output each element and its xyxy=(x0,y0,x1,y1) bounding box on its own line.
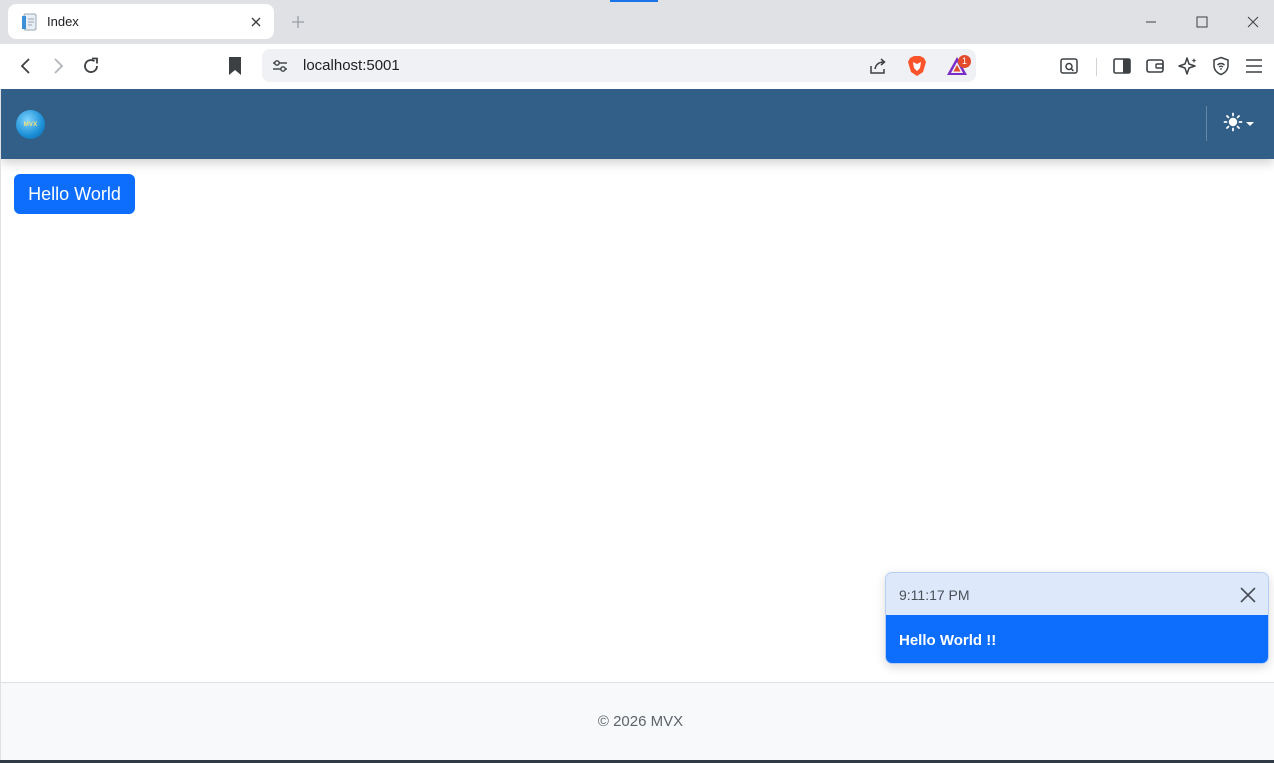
wallet-icon[interactable] xyxy=(1143,54,1167,78)
forward-icon[interactable] xyxy=(46,54,70,78)
vpn-shield-icon[interactable] xyxy=(1209,54,1233,78)
toast-message: Hello World !! xyxy=(899,632,997,649)
share-icon[interactable] xyxy=(868,56,888,76)
address-bar[interactable]: localhost:5001 1 xyxy=(262,49,976,82)
caret-down-icon xyxy=(1245,115,1255,133)
close-icon[interactable] xyxy=(247,13,265,31)
close-icon[interactable] xyxy=(1243,12,1263,32)
site-settings-icon[interactable] xyxy=(271,57,289,75)
theme-toggle-button[interactable] xyxy=(1223,112,1259,136)
close-icon[interactable] xyxy=(1238,585,1258,605)
navbar-divider xyxy=(1206,106,1207,141)
toast-timestamp: 9:11:17 PM xyxy=(899,587,970,603)
tab-index[interactable]: Index xyxy=(8,4,274,39)
navbar: MVX xyxy=(1,89,1274,159)
tab-strip-accent xyxy=(610,0,658,2)
browser-window: Index localhost:5001 1 MVX Hello World ©… xyxy=(0,0,1274,763)
sun-icon xyxy=(1223,112,1243,137)
menu-icon[interactable] xyxy=(1242,54,1266,78)
tab-title: Index xyxy=(47,14,79,29)
footer-copyright: © 2026 MVX xyxy=(597,713,684,730)
leo-ai-icon[interactable] xyxy=(1176,54,1200,78)
toast-header: 9:11:17 PM xyxy=(886,573,1268,615)
favicon-icon xyxy=(21,13,39,31)
brave-shields-icon[interactable] xyxy=(907,55,927,77)
browser-toolbar: localhost:5001 1 xyxy=(0,44,1274,89)
maximize-icon[interactable] xyxy=(1192,12,1212,32)
screenshot-icon[interactable] xyxy=(1057,54,1081,78)
url-text: localhost:5001 xyxy=(303,57,400,74)
brand-logo[interactable]: MVX xyxy=(16,110,45,139)
plus-icon[interactable] xyxy=(288,12,308,32)
tab-strip: Index xyxy=(0,0,1274,44)
brand-logo-text: MVX xyxy=(23,121,38,128)
reload-icon[interactable] xyxy=(79,54,103,78)
back-icon[interactable] xyxy=(14,54,38,78)
toolbar-separator xyxy=(1096,58,1097,76)
sidebar-icon[interactable] xyxy=(1110,54,1134,78)
rewards-badge: 1 xyxy=(958,55,971,68)
toast-notification: 9:11:17 PM Hello World !! xyxy=(885,572,1269,664)
minimize-icon[interactable] xyxy=(1141,12,1161,32)
hello-world-button[interactable]: Hello World xyxy=(14,174,135,214)
footer: © 2026 MVX xyxy=(1,682,1274,763)
bookmark-icon[interactable] xyxy=(223,54,247,78)
toast-body: Hello World !! xyxy=(886,615,1268,663)
